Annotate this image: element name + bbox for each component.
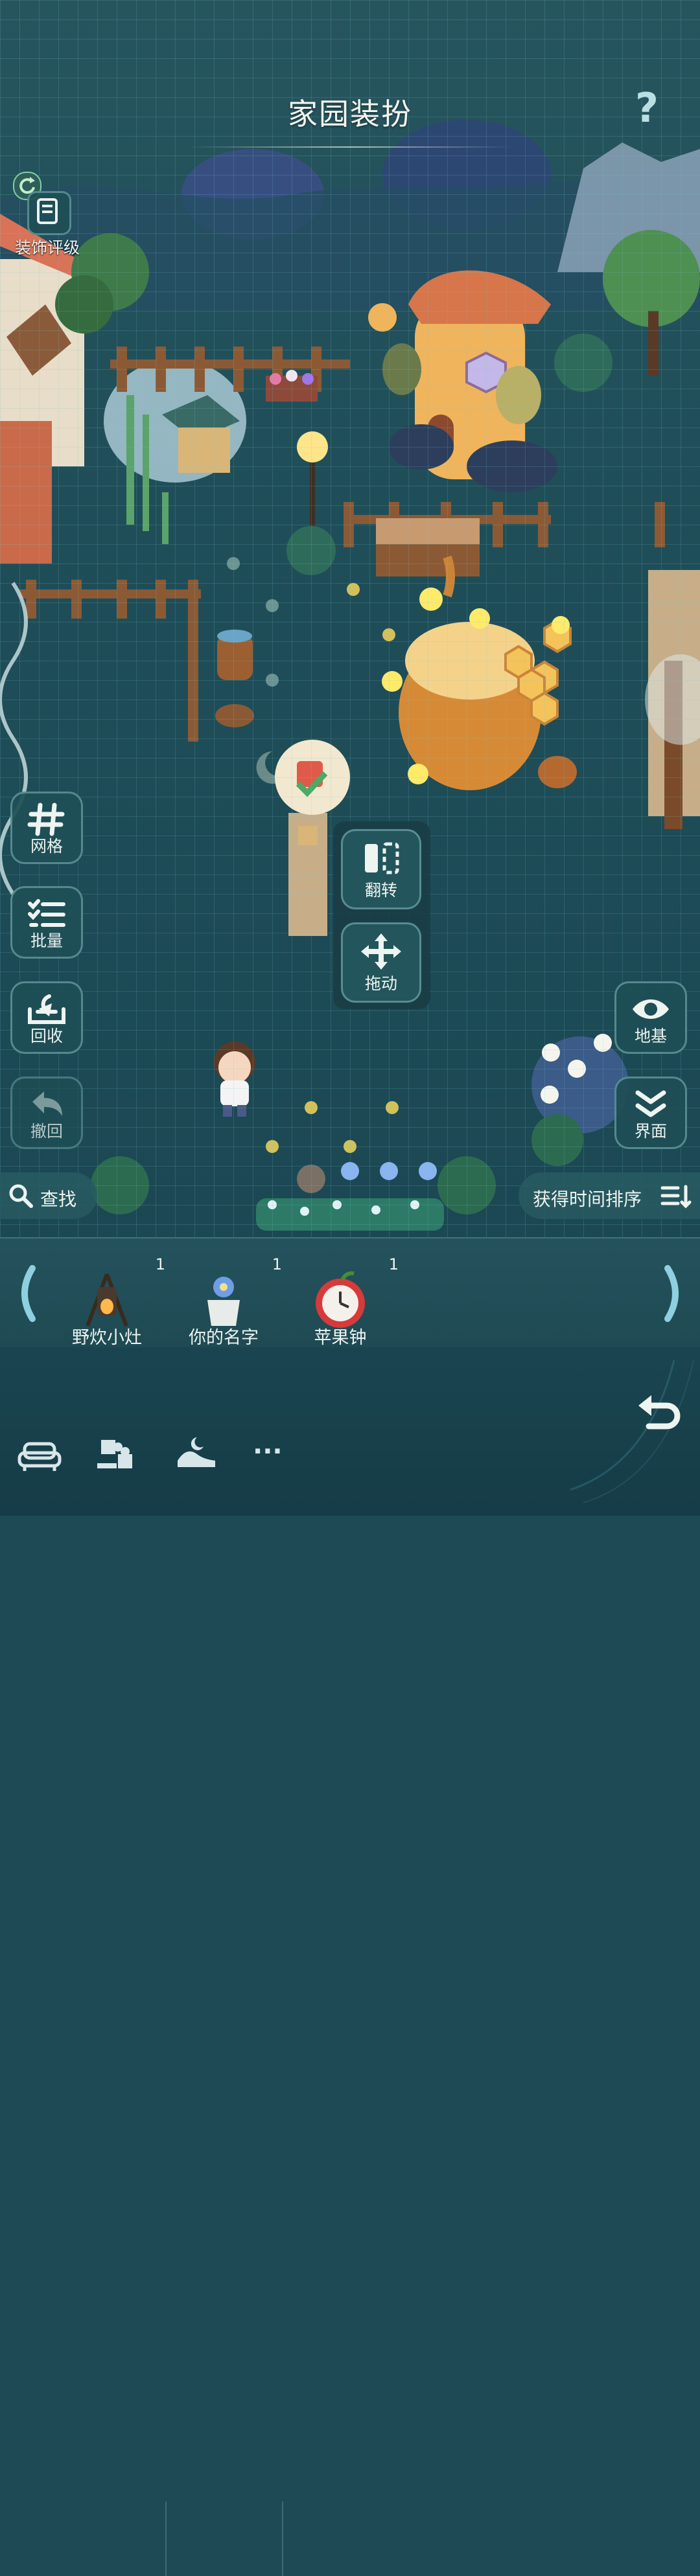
hash-grid-icon — [27, 803, 65, 836]
help-icon[interactable]: ? — [635, 84, 659, 131]
landscape-icon[interactable] — [174, 1435, 219, 1474]
decoration-rating-label: 装饰评级 — [14, 238, 80, 257]
sort-icon — [660, 1185, 692, 1209]
flip-label: 翻转 — [364, 881, 397, 900]
drag-label: 拖动 — [364, 974, 397, 993]
search-icon — [9, 1184, 33, 1208]
bottom-toolbar — [0, 1347, 700, 1516]
return-icon[interactable] — [632, 1386, 684, 1438]
recycle-tray-icon — [28, 994, 65, 1024]
scroll-right-icon[interactable] — [661, 1264, 687, 1323]
undo-arrow-icon — [32, 1091, 62, 1116]
apple-clock-icon — [316, 1271, 365, 1328]
inventory-item[interactable]: 1 苹果钟 — [282, 1251, 399, 1349]
sofa-icon[interactable] — [17, 1435, 62, 1474]
inventory-item[interactable]: 1 你的名字 — [165, 1251, 282, 1349]
undo-button[interactable]: 撤回 — [10, 1077, 83, 1149]
inventory-bar: 1 野炊小灶 1 你的名字 1 苹果钟 — [0, 1237, 700, 2576]
eye-icon — [633, 999, 669, 1019]
home-scene[interactable] — [0, 0, 700, 1244]
search-label: 查找 — [40, 1189, 77, 1210]
slot-divider — [165, 2502, 167, 2576]
checklist-icon — [28, 899, 65, 927]
puzzle-icon[interactable] — [95, 1435, 140, 1474]
placement-grid — [0, 0, 700, 1244]
campfire-stove-icon — [86, 1273, 128, 1327]
move-arrows-icon — [361, 933, 401, 970]
double-chevron-down-icon — [635, 1090, 666, 1117]
scroll-icon — [27, 191, 71, 235]
foundation-label: 地基 — [634, 1027, 667, 1045]
interface-button[interactable]: 界面 — [614, 1077, 687, 1149]
decoration-rating-button[interactable]: 装饰评级 — [8, 172, 87, 257]
flip-icon — [365, 842, 399, 874]
page-title: 家园装扮 — [288, 97, 412, 131]
grid-button[interactable]: 网格 — [10, 792, 83, 864]
drag-button[interactable]: 拖动 — [341, 922, 421, 1003]
item-action-menu: 翻转 拖动 — [333, 821, 430, 1009]
potted-flower-icon — [207, 1277, 240, 1326]
grid-label: 网格 — [30, 837, 63, 856]
flip-button[interactable]: 翻转 — [341, 829, 421, 909]
recycle-label: 回收 — [30, 1027, 63, 1045]
search-button[interactable]: 查找 — [0, 1172, 97, 1219]
recycle-button[interactable]: 回收 — [10, 981, 83, 1054]
sort-button[interactable]: 获得时间排序 — [519, 1172, 700, 1219]
batch-button[interactable]: 批量 — [10, 886, 83, 959]
sort-label: 获得时间排序 — [533, 1189, 642, 1210]
item-count: 1 — [388, 1255, 399, 1273]
batch-label: 批量 — [30, 931, 63, 950]
more-icon[interactable]: ··· — [253, 1437, 283, 1466]
inventory-item[interactable]: 1 野炊小灶 — [49, 1251, 165, 1349]
item-count: 1 — [272, 1255, 282, 1273]
bottom-decoration — [570, 1360, 694, 1503]
foundation-button[interactable]: 地基 — [614, 981, 687, 1054]
undo-label: 撤回 — [30, 1122, 63, 1141]
item-name: 你的名字 — [189, 1328, 259, 1348]
item-count: 1 — [155, 1255, 165, 1273]
scroll-left-icon[interactable] — [13, 1264, 39, 1323]
slot-divider — [282, 2502, 283, 2576]
title-underline — [188, 146, 512, 148]
item-name: 野炊小灶 — [72, 1328, 142, 1348]
interface-label: 界面 — [634, 1122, 667, 1141]
item-name: 苹果钟 — [314, 1328, 367, 1348]
